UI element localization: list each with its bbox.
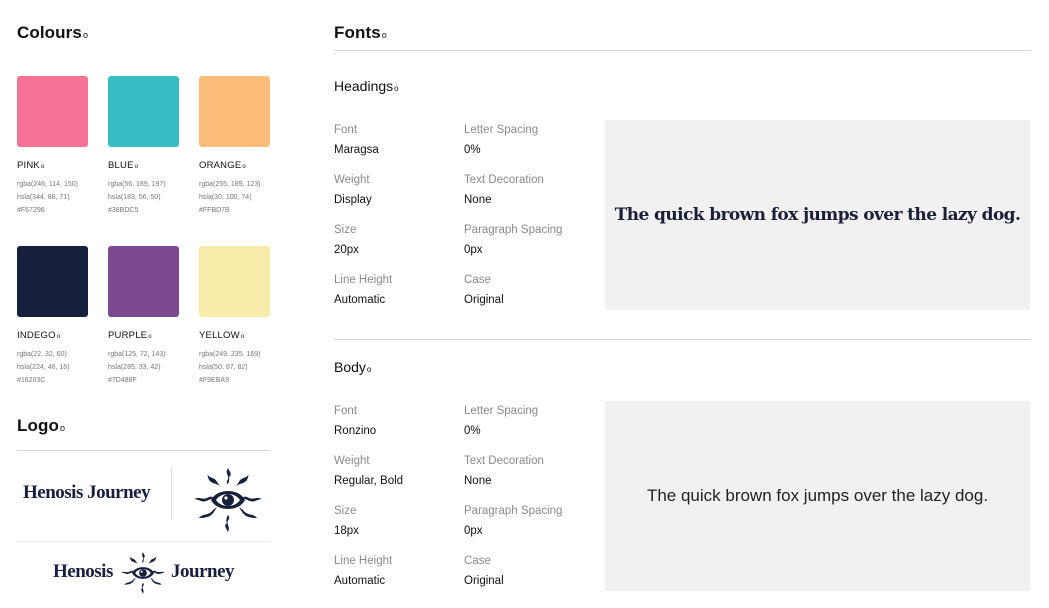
colours-title: Colourso: [17, 23, 89, 42]
swatch-name-blue: BLUEo: [108, 160, 139, 171]
headings-font-value: Maragsa: [334, 144, 379, 156]
headings-letter-spacing-value: 0%: [464, 144, 481, 156]
body-text-decoration-value: None: [464, 475, 492, 487]
logo-divider: [17, 450, 270, 451]
headings-subtitle: Headingso: [334, 78, 399, 94]
headings-weight-value: Display: [334, 194, 372, 206]
body-case-label: Case: [464, 555, 491, 567]
body-preview-panel: The quick brown fox jumps over the lazy …: [605, 401, 1030, 591]
headings-text-decoration-value: None: [464, 194, 492, 206]
swatch-name-indego: INDEGOo: [17, 330, 61, 341]
body-line-height-label: Line Height: [334, 555, 393, 567]
body-line-height-value: Automatic: [334, 575, 386, 587]
body-text-decoration-label: Text Decoration: [464, 455, 544, 467]
body-weight-label: Weight: [334, 455, 370, 467]
headings-font-label: Font: [334, 124, 358, 136]
headings-size-label: Size: [334, 224, 357, 236]
swatch-values-purple: rgba(125, 72, 143) hsla(285, 33, 42) #7D48…: [108, 351, 166, 384]
body-preview-text: The quick brown fox jumps over the lazy …: [646, 486, 989, 505]
logo-vertical-divider: [171, 466, 172, 520]
logo-wordmark-word2: Journey: [171, 561, 235, 582]
headings-preview-panel: The quick brown fox jumps over the lazy …: [605, 120, 1030, 310]
swatch-blue: [108, 76, 179, 147]
sun-eye-emblem-icon: [194, 468, 262, 532]
swatch-purple: [108, 246, 179, 317]
body-case-value: Original: [464, 575, 504, 587]
swatch-indego: [17, 246, 88, 317]
body-letter-spacing-label: Letter Spacing: [464, 405, 539, 417]
swatch-values-orange: rgba(255, 189, 123) hsla(30, 100, 74) #FFB…: [199, 181, 261, 214]
body-letter-spacing-value: 0%: [464, 425, 481, 437]
fonts-section-divider: [334, 339, 1031, 340]
body-paragraph-spacing-value: 0px: [464, 525, 483, 537]
body-font-label: Font: [334, 405, 358, 417]
headings-case-label: Case: [464, 274, 491, 286]
body-font-value: Ronzino: [334, 425, 377, 437]
headings-weight-label: Weight: [334, 174, 370, 186]
swatch-values-blue: rgba(56, 189, 197) hsla(183, 56, 50) #38BD…: [108, 181, 166, 214]
headings-line-height-value: Automatic: [334, 294, 386, 306]
swatch-name-orange: ORANGEo: [199, 160, 246, 171]
swatch-values-indego: rgba(22, 32, 60) hsla(224, 46, 16) #16203C: [17, 351, 70, 384]
fonts-title: Fontso: [334, 23, 387, 42]
body-size-value: 18px: [334, 525, 359, 537]
headings-line-height-label: Line Height: [334, 274, 393, 286]
body-size-label: Size: [334, 505, 357, 517]
logo-divider-2: [17, 541, 270, 542]
body-weight-value: Regular, Bold: [334, 475, 404, 487]
headings-paragraph-spacing-value: 0px: [464, 244, 483, 256]
headings-letter-spacing-label: Letter Spacing: [464, 124, 539, 136]
swatch-values-pink: rgba(246, 114, 150) hsla(344, 88, 71) #F67…: [17, 181, 78, 214]
logo-wordmark: Henosis Journey: [23, 482, 151, 503]
swatch-values-yellow: rgba(249, 235, 169) hsla(50, 87, 82) #F9EB…: [199, 351, 261, 384]
swatch-pink: [17, 76, 88, 147]
body-subtitle: Bodyo: [334, 359, 372, 375]
headings-case-value: Original: [464, 294, 504, 306]
headings-text-decoration-label: Text Decoration: [464, 174, 544, 186]
fonts-title-divider: [334, 50, 1031, 51]
sun-eye-emblem-icon: [121, 552, 165, 594]
logo-wordmark-word1: Henosis: [53, 561, 113, 582]
swatch-orange: [199, 76, 270, 147]
body-paragraph-spacing-label: Paragraph Spacing: [464, 505, 563, 517]
headings-size-value: 20px: [334, 244, 359, 256]
swatch-name-purple: PURPLEo: [108, 330, 152, 341]
swatch-yellow: [199, 246, 270, 317]
headings-paragraph-spacing-label: Paragraph Spacing: [464, 224, 563, 236]
swatch-name-pink: PINKo: [17, 160, 45, 171]
swatch-name-yellow: YELLOWo: [199, 330, 245, 341]
logo-title: Logoo: [17, 416, 66, 435]
headings-preview-text: The quick brown fox jumps over the lazy …: [614, 205, 1021, 225]
